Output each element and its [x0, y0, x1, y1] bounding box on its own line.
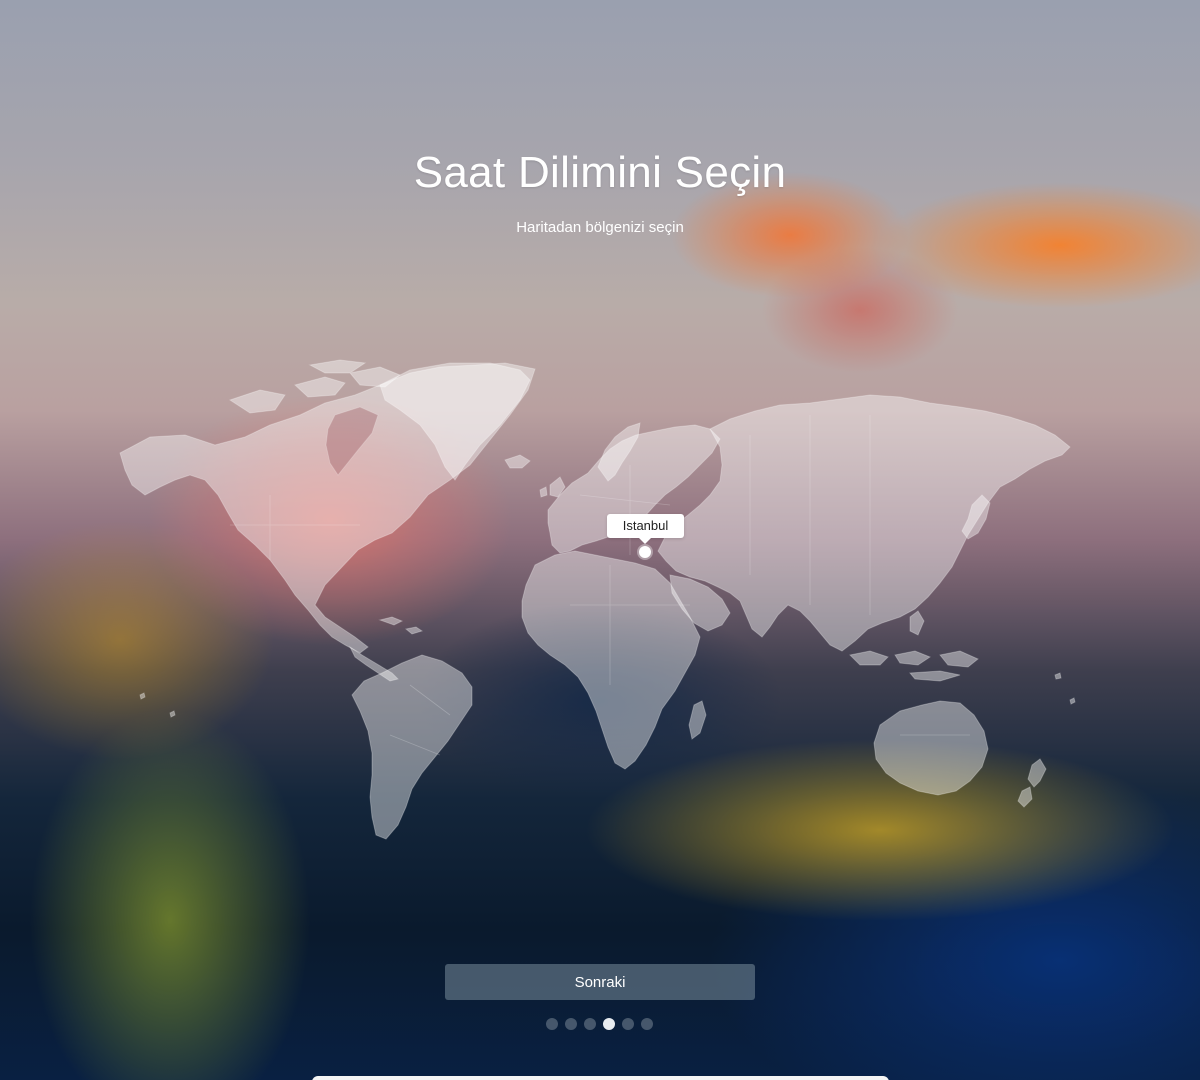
page-title: Saat Dilimini Seçin: [413, 148, 787, 197]
madagascar: [688, 700, 707, 740]
step-dot-3: [584, 1018, 596, 1030]
next-button[interactable]: Sonraki: [445, 964, 755, 1000]
world-map[interactable]: Istanbul: [110, 355, 1090, 845]
philippines: [909, 610, 925, 636]
step-dot-2: [565, 1018, 577, 1030]
page-subtitle: Haritadan bölgenizi seçin: [516, 219, 684, 236]
step-indicator: [546, 1018, 653, 1030]
bottom-panel-edge: [312, 1076, 889, 1080]
south-america[interactable]: [351, 654, 473, 840]
location-dot-icon[interactable]: [639, 546, 651, 558]
step-dot-1: [546, 1018, 558, 1030]
australia[interactable]: [873, 700, 989, 796]
caribbean: [378, 616, 424, 635]
step-dot-5: [622, 1018, 634, 1030]
step-dot-4-active: [603, 1018, 615, 1030]
indonesia: [848, 650, 979, 682]
world-map-graphic[interactable]: [110, 355, 1090, 845]
new-zealand: [1017, 758, 1047, 808]
timezone-tooltip: Istanbul: [607, 514, 684, 544]
setup-screen: Saat Dilimini Seçin Haritadan bölgenizi …: [0, 0, 1200, 1080]
step-dot-6: [641, 1018, 653, 1030]
iceland: [504, 454, 531, 469]
